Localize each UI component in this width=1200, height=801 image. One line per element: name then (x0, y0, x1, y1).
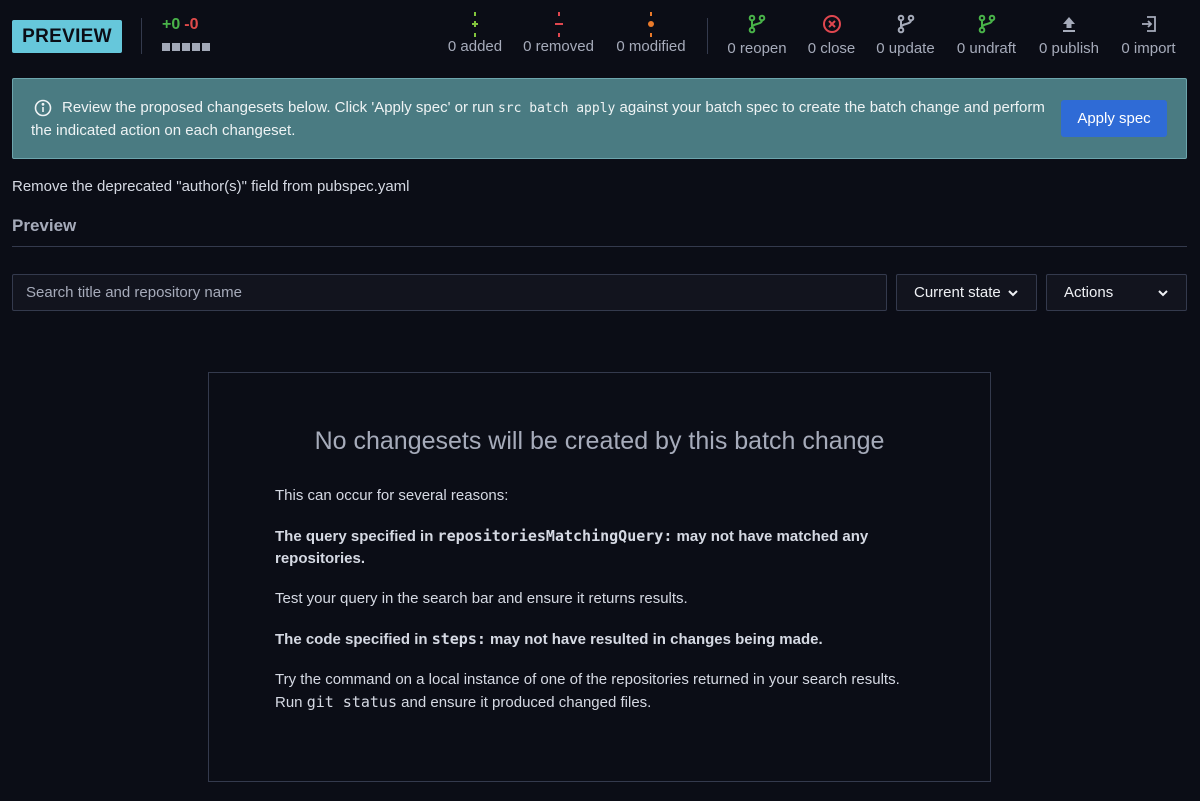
stat-publish-label: 0 publish (1038, 40, 1100, 57)
plus-dotted-icon (446, 12, 504, 37)
apply-spec-button[interactable]: Apply spec (1061, 100, 1167, 137)
stat-import-label: 0 import (1121, 40, 1176, 57)
search-input[interactable] (12, 274, 887, 311)
chevron-down-icon (1008, 289, 1018, 296)
import-icon (1118, 14, 1179, 38)
apply-alert: Review the proposed changesets below. Cl… (12, 78, 1187, 159)
reason-query-help: Test your query in the search bar and en… (275, 590, 688, 607)
batch-description: Remove the deprecated "author(s)" field … (12, 178, 410, 195)
diffstat-blocks (162, 43, 210, 51)
empty-state-intro: This can occur for several reasons: (275, 487, 509, 504)
actions-select[interactable]: Actions (1046, 274, 1187, 311)
diffstat: +0 -0 (162, 16, 210, 51)
divider (141, 18, 142, 54)
stat-close: 0 close (806, 14, 857, 57)
diffstat-removed: -0 (184, 16, 199, 33)
stat-removed: 0 removed (521, 12, 596, 55)
stat-update: 0 update (874, 14, 937, 57)
section-title: Preview (12, 216, 77, 235)
preview-badge: PREVIEW (12, 20, 122, 53)
stat-publish: 0 publish (1037, 14, 1101, 57)
close-circle-icon (806, 14, 857, 38)
inline-code: git status (306, 693, 397, 711)
stat-close-label: 0 close (807, 40, 856, 57)
divider (707, 18, 708, 54)
empty-state-title: No changesets will be created by this ba… (314, 427, 885, 455)
stat-removed-label: 0 removed (523, 38, 594, 55)
reason-steps: The code specified in steps: may not hav… (275, 630, 823, 648)
reason-query: The query specified in repositoriesMatch… (275, 527, 869, 567)
inline-code: repositoriesMatchingQuery: (437, 527, 673, 545)
stat-added: 0 added (446, 12, 504, 55)
empty-state: No changesets will be created by this ba… (208, 372, 991, 782)
state-select-value: Current state (914, 284, 1001, 301)
dot-dotted-icon (614, 12, 688, 37)
diffstat-added: +0 (162, 16, 181, 33)
stat-update-label: 0 update (876, 40, 935, 57)
stat-reopen-label: 0 reopen (727, 40, 787, 57)
stat-modified: 0 modified (614, 12, 688, 55)
inline-code: src batch apply (497, 101, 616, 116)
source-branch-icon (954, 14, 1019, 38)
empty-state-body: This can occur for several reasons: The … (275, 485, 915, 732)
section-divider (12, 246, 1187, 247)
stat-undraft-label: 0 undraft (956, 40, 1017, 57)
stat-added-label: 0 added (447, 38, 503, 55)
inline-code: steps: (431, 630, 486, 648)
reason-steps-help: Try the command on a local instance of o… (275, 671, 900, 711)
stat-import: 0 import (1118, 14, 1179, 57)
stat-modified-label: 0 modified (616, 38, 686, 55)
source-branch-icon (725, 14, 789, 38)
stat-reopen: 0 reopen (725, 14, 789, 57)
chevron-down-icon (1158, 289, 1168, 296)
actions-select-value: Actions (1064, 284, 1114, 301)
state-select[interactable]: Current state (896, 274, 1037, 311)
alert-message: Review the proposed changesets below. Cl… (31, 99, 1045, 139)
minus-dotted-icon (521, 12, 596, 37)
stat-undraft: 0 undraft (954, 14, 1019, 57)
source-branch-icon (874, 14, 937, 38)
upload-icon (1037, 14, 1101, 38)
